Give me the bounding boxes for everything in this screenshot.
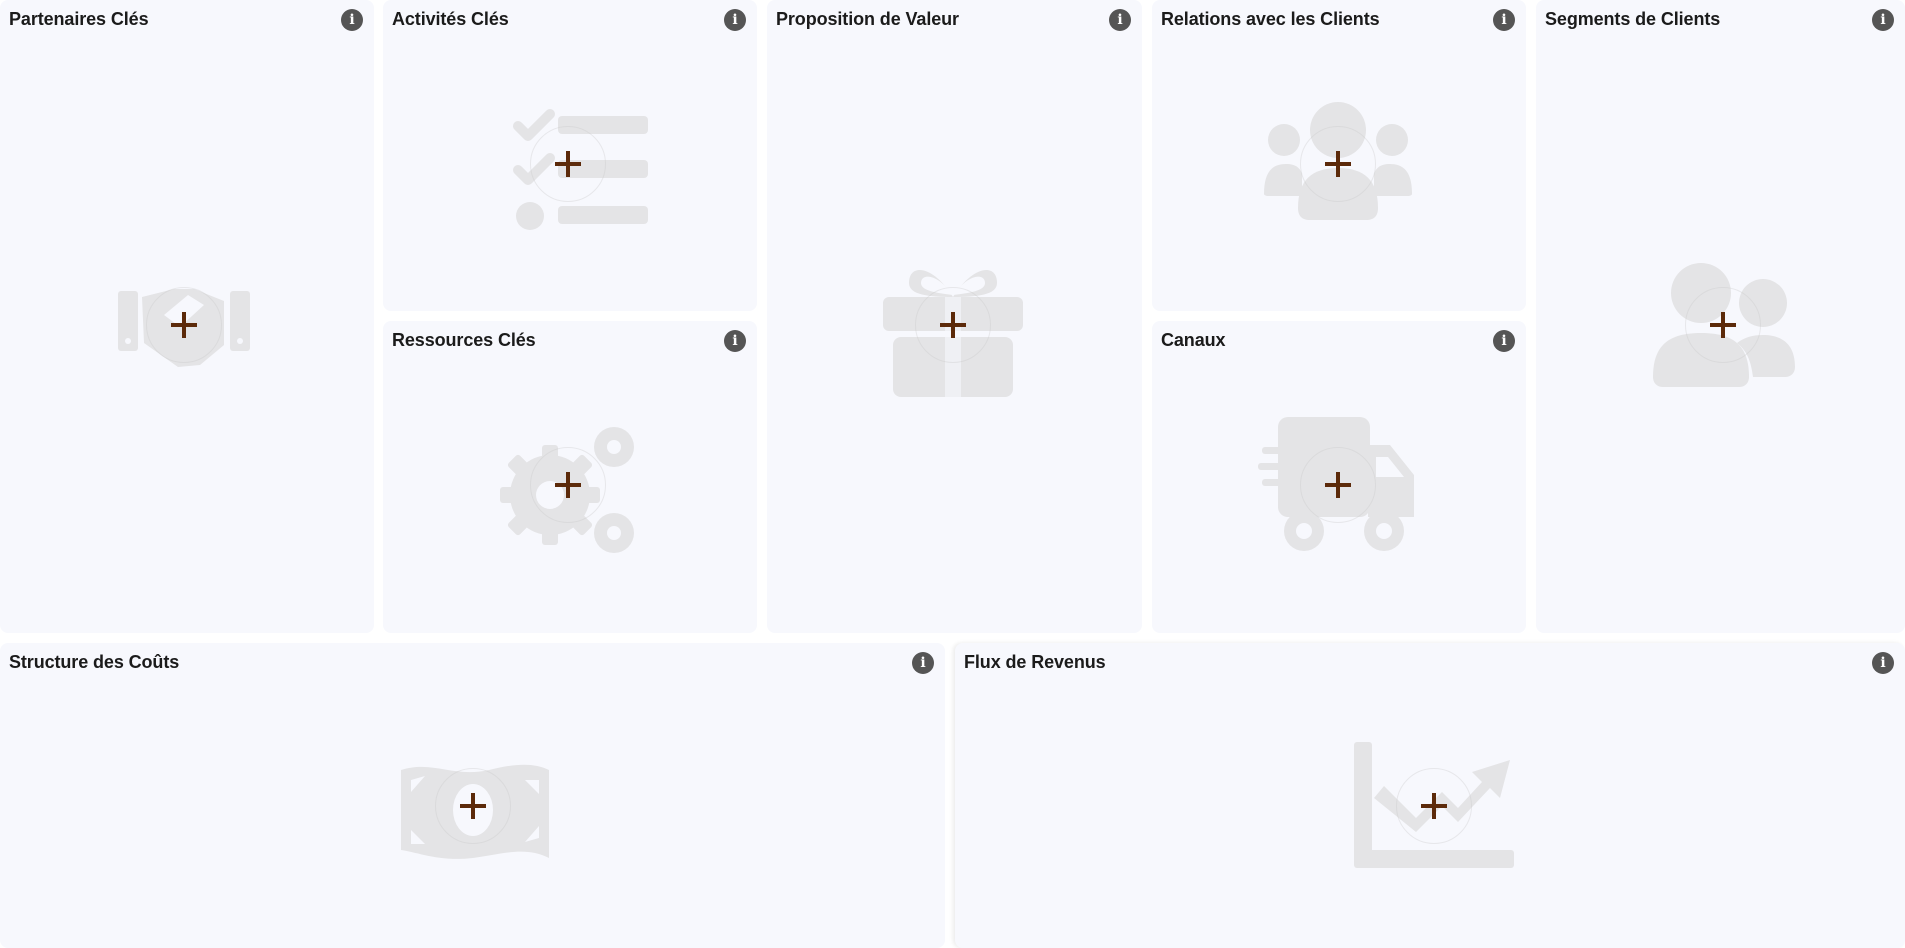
info-icon[interactable]: i — [1493, 330, 1515, 352]
plus-icon — [1323, 149, 1353, 179]
placeholder-area — [104, 245, 264, 405]
card-title: Activités Clés — [392, 9, 509, 29]
card-customer-segments: Segments de Clients i — [1536, 0, 1905, 633]
card-title: Relations avec les Clients — [1161, 9, 1380, 29]
card-value-proposition: Proposition de Valeur i — [767, 0, 1142, 633]
add-item-button[interactable] — [1300, 126, 1376, 202]
placeholder-area — [873, 245, 1033, 405]
card-channels: Canaux i — [1152, 321, 1526, 633]
card-revenue-streams: Flux de Revenus i — [955, 643, 1905, 948]
card-title: Ressources Clés — [392, 330, 536, 350]
card-title: Proposition de Valeur — [776, 9, 959, 29]
info-icon[interactable]: i — [724, 330, 746, 352]
plus-icon — [458, 791, 488, 821]
placeholder-area — [1354, 726, 1514, 886]
add-item-button[interactable] — [915, 287, 991, 363]
card-key-activities: Activités Clés i — [383, 0, 757, 311]
plus-icon — [169, 310, 199, 340]
placeholder-area — [1258, 84, 1418, 244]
placeholder-area — [393, 726, 553, 886]
plus-icon — [1708, 310, 1738, 340]
add-item-button[interactable] — [1300, 447, 1376, 523]
card-title: Segments de Clients — [1545, 9, 1721, 29]
add-item-button[interactable] — [1685, 287, 1761, 363]
placeholder-area — [488, 84, 648, 244]
add-item-button[interactable] — [530, 447, 606, 523]
card-title: Canaux — [1161, 330, 1226, 350]
card-key-resources: Ressources Clés i — [383, 321, 757, 633]
add-item-button[interactable] — [530, 126, 606, 202]
add-item-button[interactable] — [146, 287, 222, 363]
info-icon[interactable]: i — [912, 652, 934, 674]
placeholder-area — [1258, 405, 1418, 565]
info-icon[interactable]: i — [724, 9, 746, 31]
card-title: Partenaires Clés — [9, 9, 149, 29]
card-title: Flux de Revenus — [964, 652, 1106, 672]
card-customer-relationships: Relations avec les Clients i — [1152, 0, 1526, 311]
plus-icon — [553, 470, 583, 500]
plus-icon — [1323, 470, 1353, 500]
add-item-button[interactable] — [1396, 768, 1472, 844]
card-title: Structure des Coûts — [9, 652, 180, 672]
info-icon[interactable]: i — [1872, 9, 1894, 31]
plus-icon — [1419, 791, 1449, 821]
add-item-button[interactable] — [435, 768, 511, 844]
card-key-partners: Partenaires Clés i — [0, 0, 374, 633]
plus-icon — [553, 149, 583, 179]
plus-icon — [938, 310, 968, 340]
info-icon[interactable]: i — [341, 9, 363, 31]
info-icon[interactable]: i — [1493, 9, 1515, 31]
card-cost-structure: Structure des Coûts i — [0, 643, 945, 948]
info-icon[interactable]: i — [1872, 652, 1894, 674]
placeholder-area — [488, 405, 648, 565]
placeholder-area — [1643, 245, 1803, 405]
info-icon[interactable]: i — [1109, 9, 1131, 31]
